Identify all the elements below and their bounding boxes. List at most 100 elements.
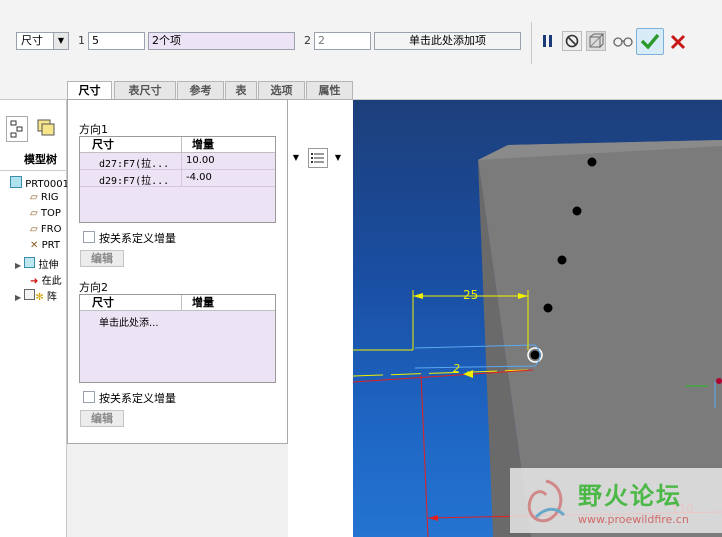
pattern-hole [572,206,582,216]
direction1-count-input[interactable]: 5 [88,32,145,50]
direction2-count-input[interactable]: 2 [314,32,371,50]
tree-filter-button[interactable] [308,148,328,168]
direction2-add-items-field[interactable]: 单击此处添加项 [374,32,521,50]
toolbar-divider [531,22,532,64]
pattern-icon [24,289,36,300]
close-icon [670,34,686,50]
tree-item-front-plane[interactable]: ▱ FRO [30,224,61,235]
table-row[interactable]: d27:F7(拉... 10.00 [80,153,275,170]
checkmark-icon [640,33,660,50]
verify-mode-button[interactable] [611,31,633,51]
list-icon [311,153,324,163]
expand-arrow-icon[interactable]: ▶ [15,293,21,302]
watermark-text: 野火论坛 [578,482,682,510]
red-dim-arrow [428,515,438,521]
star-icon: ✻ [35,292,44,303]
layers-icon [37,119,55,136]
cancel-button[interactable] [667,31,687,51]
lead-hole [530,350,540,360]
table-row[interactable]: d29:F7(拉... -4.00 [80,170,275,187]
tab-references[interactable]: 参考 [177,81,224,100]
tab-properties[interactable]: 属性 [306,81,353,100]
dimension-value-small[interactable]: 2 [453,362,460,375]
direction2-number: 2 [304,34,311,47]
add-item-placeholder[interactable]: 单击此处添... [99,314,159,329]
direction1-edit-button[interactable]: 编辑 [80,250,124,267]
table-header: 尺寸 增量 [80,295,275,311]
direction1-relation-label: 按关系定义增量 [99,232,176,245]
model-tree-title: 模型树 [24,153,57,166]
direction2-relation-label: 按关系定义增量 [99,392,176,405]
increment-cell[interactable]: 10.00 [181,153,215,169]
tree-item-extrude[interactable]: ▶ 拉伸 [15,256,59,271]
no-preview-icon [565,34,579,48]
datum-plane-icon: ▱ [30,224,38,235]
chevron-down-icon[interactable]: ▼ [288,148,304,168]
dim-arrow [413,293,423,299]
feature-preview-button[interactable] [586,31,606,51]
type-select-value: 尺寸 [21,34,43,47]
no-preview-button[interactable] [562,31,582,51]
dimension-value-25[interactable]: 25 [463,288,478,302]
csys-origin [716,378,722,384]
pattern-hole [557,255,567,265]
insert-arrow-icon: ➜ [30,276,39,287]
tab-table[interactable]: 表 [225,81,257,100]
datum-plane-icon: ▱ [30,208,38,219]
tab-options[interactable]: 选项 [258,81,305,100]
model-tree-pane: 模型树 PRT0001 ▱ RIG ▱ TOP ▱ FRO ✕ PRT ▶ 拉伸… [0,100,69,537]
red-extension-line [420,374,429,537]
direction2-edit-button[interactable]: 编辑 [80,410,124,427]
tree-view-tab[interactable] [6,116,28,142]
part-icon [10,176,22,188]
increment-cell[interactable]: -4.00 [181,170,212,186]
chevron-down-icon[interactable]: ▼ [332,148,344,168]
direction2-table: 尺寸 增量 单击此处添... [79,294,276,383]
forum-watermark: 野火论坛 www.proewildfire.cn [510,468,722,533]
dimensions-panel: 方向1 尺寸 增量 d27:F7(拉... 10.00 d29:F7(拉... … [67,99,288,444]
column-header-dimension: 尺寸 [92,138,114,151]
datum-plane-icon: ▱ [30,192,38,203]
direction1-number: 1 [78,34,85,47]
column-header-dimension: 尺寸 [92,296,114,309]
tree-item-top-plane[interactable]: ▱ TOP [30,208,61,219]
expand-arrow-icon[interactable]: ▶ [15,261,21,270]
table-header: 尺寸 增量 [80,137,275,153]
pause-icon [543,35,552,47]
tree-item-csys[interactable]: ✕ PRT [30,240,60,251]
tree-structure-icon [10,120,23,138]
graphics-viewport[interactable]: 25 2 110 野火论坛 www.proewildfire.cn [353,100,722,537]
preview-box-icon [589,33,605,49]
tree-item-right-plane[interactable]: ▱ RIG [30,192,59,203]
dimension-cell[interactable]: d27:F7(拉... [99,155,169,170]
direction1-table: 尺寸 增量 d27:F7(拉... 10.00 d29:F7(拉... -4.0… [79,136,276,223]
pattern-hole [587,157,597,167]
type-select[interactable]: 尺寸 ▼ [16,32,69,50]
dim-arrow [463,370,473,378]
layer-view-tab[interactable] [34,116,60,142]
direction1-items-field[interactable]: 2个项 [148,32,295,50]
glasses-icon [613,37,633,47]
column-header-increment: 增量 [181,295,214,310]
direction2-title: 方向2 [79,281,108,294]
pattern-hole [543,303,553,313]
watermark-url: www.proewildfire.cn [578,513,689,526]
tree-item-pattern[interactable]: ▶ ✻ 阵 [15,288,57,303]
accept-button[interactable] [636,28,664,55]
column-header-increment: 增量 [181,137,214,152]
coordinate-system-icon: ✕ [30,240,39,251]
tree-item-part[interactable]: PRT0001 [10,176,69,190]
direction1-title: 方向1 [79,123,108,136]
direction2-relation-checkbox[interactable] [83,391,95,403]
tree-divider [0,170,67,171]
extrude-icon [24,257,36,268]
pause-button[interactable] [538,31,558,51]
table-row[interactable]: 单击此处添... [80,311,275,329]
watermark-logo [527,479,566,523]
dimension-cell[interactable]: d29:F7(拉... [99,172,169,187]
direction1-relation-checkbox[interactable] [83,231,95,243]
chevron-down-icon[interactable]: ▼ [53,33,68,49]
tab-dimensions[interactable]: 尺寸 [67,81,112,100]
tree-item-insert-here[interactable]: ➜ 在此 [30,272,62,287]
tab-table-dimensions[interactable]: 表尺寸 [114,81,176,100]
